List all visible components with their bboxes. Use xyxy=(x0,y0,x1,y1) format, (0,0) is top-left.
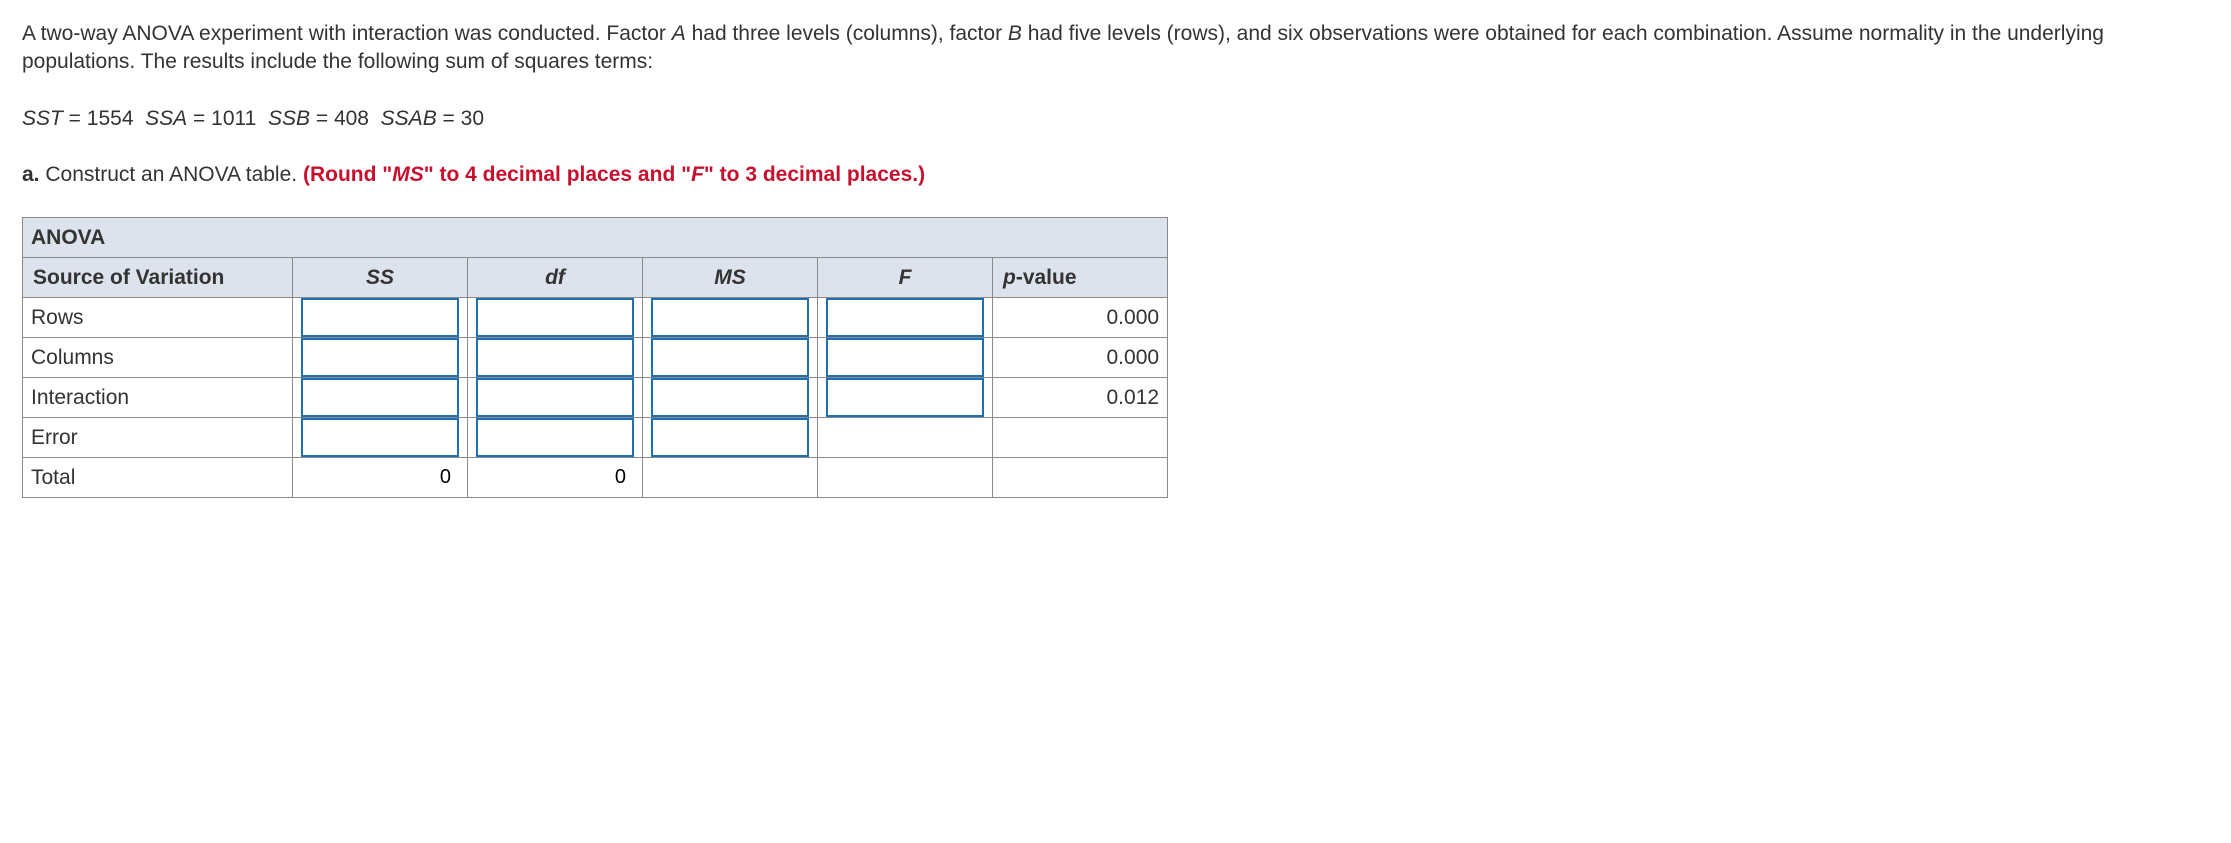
ssa-label: SSA xyxy=(145,107,187,130)
total-ms-empty xyxy=(643,458,818,498)
header-df: df xyxy=(468,258,643,298)
header-f-text: F xyxy=(899,266,912,289)
p-ital: p xyxy=(1003,266,1016,289)
header-f: F xyxy=(818,258,993,298)
sst-label: SST xyxy=(22,107,63,130)
part-a-prefix: a. xyxy=(22,163,40,186)
table-row-columns: Columns 0.000 xyxy=(23,338,1168,378)
error-df-input[interactable] xyxy=(476,418,634,457)
total-pvalue xyxy=(993,458,1168,498)
columns-ss-input[interactable] xyxy=(301,338,459,377)
table-row-error: Error xyxy=(23,418,1168,458)
columns-ms-input[interactable] xyxy=(651,338,809,377)
f-ital: F xyxy=(691,163,704,186)
error-pvalue xyxy=(993,418,1168,458)
error-ss-input[interactable] xyxy=(301,418,459,457)
sum-of-squares-line: SST = 1554 SSA = 1011 SSB = 408 SSAB = 3… xyxy=(22,105,2211,133)
columns-f-input[interactable] xyxy=(826,338,984,377)
factor-b-label: B xyxy=(1008,22,1022,45)
factor-a-label: A xyxy=(672,22,686,45)
interaction-df-input[interactable] xyxy=(476,378,634,417)
row-label-total: Total xyxy=(23,458,293,498)
rows-pvalue: 0.000 xyxy=(993,298,1168,338)
ssab-value: 30 xyxy=(461,107,484,130)
anova-title-cell: ANOVA xyxy=(23,218,1168,258)
total-ss-input[interactable] xyxy=(301,458,459,497)
table-row-interaction: Interaction 0.012 xyxy=(23,378,1168,418)
ssb-label: SSB xyxy=(268,107,310,130)
row-label-interaction: Interaction xyxy=(23,378,293,418)
ssab-label: SSAB xyxy=(381,107,437,130)
header-source: Source of Variation xyxy=(23,258,293,298)
interaction-f-input[interactable] xyxy=(826,378,984,417)
header-ms-text: MS xyxy=(714,266,746,289)
rows-ms-input[interactable] xyxy=(651,298,809,337)
interaction-ms-input[interactable] xyxy=(651,378,809,417)
rows-ss-input[interactable] xyxy=(301,298,459,337)
anova-table: ANOVA Source of Variation SS df MS F p-v… xyxy=(22,217,1168,498)
header-df-text: df xyxy=(545,266,565,289)
columns-pvalue: 0.000 xyxy=(993,338,1168,378)
interaction-pvalue: 0.012 xyxy=(993,378,1168,418)
ssb-value: 408 xyxy=(334,107,369,130)
error-ms-input[interactable] xyxy=(651,418,809,457)
total-df-input[interactable] xyxy=(476,458,634,497)
ssa-value: 1011 xyxy=(211,107,256,130)
rounding-instruction: (Round "MS" to 4 decimal places and "F" … xyxy=(303,163,925,186)
rows-f-input[interactable] xyxy=(826,298,984,337)
part-a-instruction: a. Construct an ANOVA table. (Round "MS"… xyxy=(22,161,2211,189)
header-ss: SS xyxy=(293,258,468,298)
rows-df-input[interactable] xyxy=(476,298,634,337)
ms-ital: MS xyxy=(392,163,424,186)
table-row-rows: Rows 0.000 xyxy=(23,298,1168,338)
row-label-columns: Columns xyxy=(23,338,293,378)
part-a-text: Construct an ANOVA table. xyxy=(45,163,297,186)
error-f-empty xyxy=(818,418,993,458)
table-row-total: Total xyxy=(23,458,1168,498)
problem-paragraph: A two-way ANOVA experiment with interact… xyxy=(22,20,2211,77)
interaction-ss-input[interactable] xyxy=(301,378,459,417)
sst-value: 1554 xyxy=(87,107,134,130)
header-ms: MS xyxy=(643,258,818,298)
header-ss-text: SS xyxy=(366,266,394,289)
header-pvalue: p-value xyxy=(993,258,1168,298)
columns-df-input[interactable] xyxy=(476,338,634,377)
row-label-rows: Rows xyxy=(23,298,293,338)
row-label-error: Error xyxy=(23,418,293,458)
total-f-empty xyxy=(818,458,993,498)
